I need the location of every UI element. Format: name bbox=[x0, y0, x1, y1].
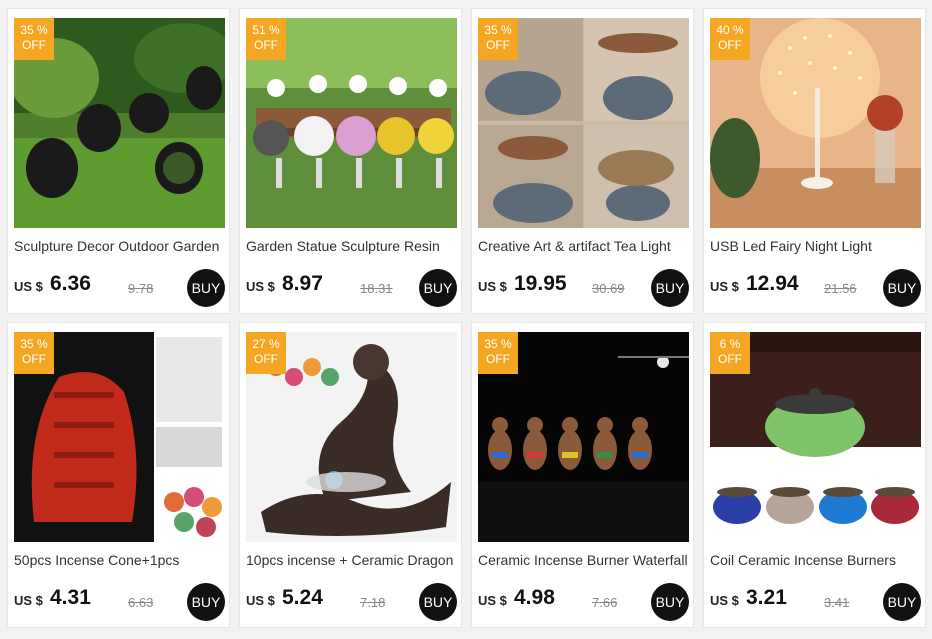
sale-price: 12.94 bbox=[746, 272, 799, 295]
product-card[interactable]: 35 % OFF 50pcs Incense Cone+1pcs US $ 4.… bbox=[7, 322, 230, 628]
original-price: 3.41 bbox=[824, 595, 850, 610]
currency-label: US $ bbox=[246, 593, 275, 608]
currency-label: US $ bbox=[14, 279, 43, 294]
buy-button[interactable]: BUY bbox=[419, 269, 457, 307]
original-price: 18.31 bbox=[360, 281, 393, 296]
product-title[interactable]: USB Led Fairy Night Light bbox=[710, 238, 921, 254]
price-row: US $ 19.95 30.69 BUY bbox=[478, 269, 689, 309]
discount-percent: 27 % bbox=[252, 337, 280, 351]
product-card[interactable]: 6 % OFF Coil Ceramic Incense Burners US … bbox=[703, 322, 926, 628]
discount-percent: 35 % bbox=[20, 337, 48, 351]
original-price: 30.69 bbox=[592, 281, 625, 296]
buy-button[interactable]: BUY bbox=[883, 269, 921, 307]
discount-off-label: OFF bbox=[22, 38, 46, 52]
currency-label: US $ bbox=[710, 279, 739, 294]
discount-off-label: OFF bbox=[718, 38, 742, 52]
product-title[interactable]: Ceramic Incense Burner Waterfall bbox=[478, 552, 689, 568]
discount-percent: 35 % bbox=[484, 23, 512, 37]
sale-price: 6.36 bbox=[50, 272, 91, 295]
sale-price: 8.97 bbox=[282, 272, 323, 295]
product-title[interactable]: Sculpture Decor Outdoor Garden bbox=[14, 238, 225, 254]
product-card[interactable]: 27 % OFF 10pcs incense + Ceramic Dragon … bbox=[239, 322, 462, 628]
discount-off-label: OFF bbox=[254, 352, 278, 366]
currency-label: US $ bbox=[478, 279, 507, 294]
price-row: US $ 4.98 7.66 BUY bbox=[478, 583, 689, 623]
discount-off-label: OFF bbox=[22, 352, 46, 366]
buy-button[interactable]: BUY bbox=[419, 583, 457, 621]
product-title[interactable]: 10pcs incense + Ceramic Dragon bbox=[246, 552, 457, 568]
sale-price: 3.21 bbox=[746, 586, 787, 609]
product-title[interactable]: 50pcs Incense Cone+1pcs bbox=[14, 552, 225, 568]
buy-button[interactable]: BUY bbox=[651, 269, 689, 307]
discount-percent: 51 % bbox=[252, 23, 280, 37]
discount-badge: 40 % OFF bbox=[710, 18, 750, 60]
discount-percent: 35 % bbox=[20, 23, 48, 37]
discount-percent: 6 % bbox=[719, 337, 741, 351]
discount-off-label: OFF bbox=[254, 38, 278, 52]
original-price: 7.18 bbox=[360, 595, 386, 610]
buy-button[interactable]: BUY bbox=[883, 583, 921, 621]
currency-label: US $ bbox=[478, 593, 507, 608]
product-card[interactable]: 35 % OFF Ceramic Incense Burner Waterfal… bbox=[471, 322, 694, 628]
discount-badge: 51 % OFF bbox=[246, 18, 286, 60]
discount-off-label: OFF bbox=[486, 352, 510, 366]
discount-off-label: OFF bbox=[718, 352, 742, 366]
original-price: 7.66 bbox=[592, 595, 618, 610]
sale-price: 5.24 bbox=[282, 586, 323, 609]
discount-badge: 27 % OFF bbox=[246, 332, 286, 374]
discount-percent: 40 % bbox=[716, 23, 744, 37]
discount-badge: 35 % OFF bbox=[14, 332, 54, 374]
price-row: US $ 12.94 21.56 BUY bbox=[710, 269, 921, 309]
discount-badge: 35 % OFF bbox=[478, 18, 518, 60]
price-row: US $ 6.36 9.78 BUY bbox=[14, 269, 225, 309]
sale-price: 4.31 bbox=[50, 586, 91, 609]
discount-badge: 35 % OFF bbox=[478, 332, 518, 374]
product-card[interactable]: 35 % OFF Creative Art & artifact Tea Lig… bbox=[471, 8, 694, 314]
discount-percent: 35 % bbox=[484, 337, 512, 351]
price-row: US $ 8.97 18.31 BUY bbox=[246, 269, 457, 309]
price-row: US $ 3.21 3.41 BUY bbox=[710, 583, 921, 623]
discount-badge: 35 % OFF bbox=[14, 18, 54, 60]
product-card[interactable]: 51 % OFF Garden Statue Sculpture Resin U… bbox=[239, 8, 462, 314]
currency-label: US $ bbox=[14, 593, 43, 608]
sale-price: 19.95 bbox=[514, 272, 567, 295]
product-card[interactable]: 40 % OFF USB Led Fairy Night Light US $ … bbox=[703, 8, 926, 314]
original-price: 9.78 bbox=[128, 281, 154, 296]
currency-label: US $ bbox=[246, 279, 275, 294]
product-title[interactable]: Garden Statue Sculpture Resin bbox=[246, 238, 457, 254]
product-title[interactable]: Creative Art & artifact Tea Light bbox=[478, 238, 689, 254]
product-card[interactable]: 35 % OFF Sculpture Decor Outdoor Garden … bbox=[7, 8, 230, 314]
original-price: 6.63 bbox=[128, 595, 154, 610]
buy-button[interactable]: BUY bbox=[187, 583, 225, 621]
discount-off-label: OFF bbox=[486, 38, 510, 52]
currency-label: US $ bbox=[710, 593, 739, 608]
price-row: US $ 4.31 6.63 BUY bbox=[14, 583, 225, 623]
buy-button[interactable]: BUY bbox=[187, 269, 225, 307]
buy-button[interactable]: BUY bbox=[651, 583, 689, 621]
original-price: 21.56 bbox=[824, 281, 857, 296]
product-title[interactable]: Coil Ceramic Incense Burners bbox=[710, 552, 921, 568]
sale-price: 4.98 bbox=[514, 586, 555, 609]
price-row: US $ 5.24 7.18 BUY bbox=[246, 583, 457, 623]
discount-badge: 6 % OFF bbox=[710, 332, 750, 374]
